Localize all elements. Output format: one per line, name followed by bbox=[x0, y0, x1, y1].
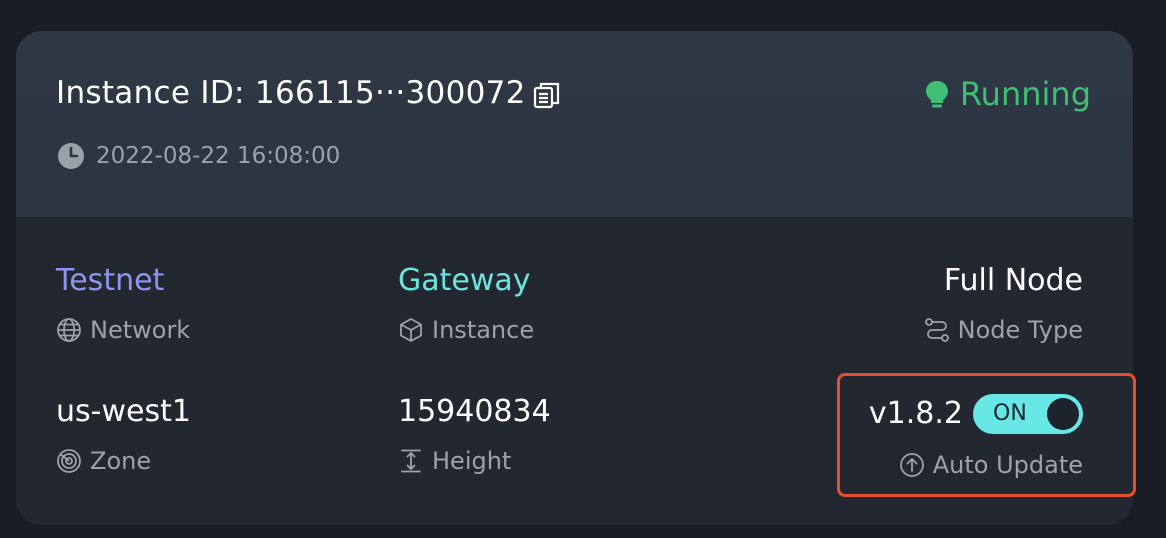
toggle-label: ON bbox=[993, 401, 1027, 426]
instance-label: Instance bbox=[432, 316, 535, 344]
auto-update-toggle[interactable]: ON bbox=[973, 394, 1083, 434]
node-type-cell: Full Node Node Type bbox=[924, 263, 1083, 345]
auto-update-value-row: v1.8.2 ON bbox=[869, 394, 1083, 434]
instance-label-row: Instance bbox=[398, 315, 534, 345]
auto-update-label: Auto Update bbox=[932, 451, 1083, 479]
auto-update-label-row: Auto Update bbox=[869, 450, 1083, 480]
status-badge: Running bbox=[924, 75, 1091, 113]
height-cell: 15940834 Height bbox=[398, 394, 551, 476]
auto-update-cell: v1.8.2 ON Auto Update bbox=[869, 394, 1083, 480]
instance-card: Instance ID: 166115···300072 Running 202… bbox=[16, 31, 1133, 525]
clock-icon bbox=[58, 143, 84, 169]
radar-icon bbox=[57, 449, 81, 473]
node-type-value: Full Node bbox=[943, 263, 1083, 298]
globe-icon bbox=[57, 318, 81, 342]
height-label-row: Height bbox=[398, 446, 551, 476]
toggle-knob bbox=[1047, 398, 1079, 430]
zone-value: us-west1 bbox=[56, 394, 191, 429]
lightbulb-icon bbox=[925, 81, 948, 108]
card-header: Instance ID: 166115···300072 Running 202… bbox=[16, 31, 1133, 217]
height-label: Height bbox=[432, 447, 512, 475]
zone-cell: us-west1 Zone bbox=[56, 394, 191, 476]
copy-icon[interactable] bbox=[531, 79, 563, 111]
network-label: Network bbox=[90, 316, 191, 344]
instance-id-title: Instance ID: 166115···300072 bbox=[56, 75, 526, 111]
node-type-label: Node Type bbox=[957, 316, 1083, 344]
network-cell: Testnet Network bbox=[56, 263, 190, 345]
instance-value: Gateway bbox=[398, 263, 531, 298]
network-value: Testnet bbox=[56, 263, 165, 298]
timestamp-text: 2022-08-22 16:08:00 bbox=[96, 143, 341, 169]
height-value: 15940834 bbox=[398, 394, 551, 429]
zone-label-row: Zone bbox=[56, 446, 191, 476]
cube-icon bbox=[400, 318, 422, 342]
height-icon bbox=[401, 449, 421, 473]
created-timestamp: 2022-08-22 16:08:00 bbox=[56, 141, 340, 171]
zone-label: Zone bbox=[90, 447, 152, 475]
status-text: Running bbox=[959, 75, 1091, 113]
node-route-icon bbox=[924, 318, 949, 342]
arrow-up-circle-icon bbox=[899, 453, 924, 477]
node-type-label-row: Node Type bbox=[924, 315, 1083, 345]
network-label-row: Network bbox=[56, 315, 190, 345]
instance-cell: Gateway Instance bbox=[398, 263, 534, 345]
version-value: v1.8.2 bbox=[868, 396, 963, 431]
